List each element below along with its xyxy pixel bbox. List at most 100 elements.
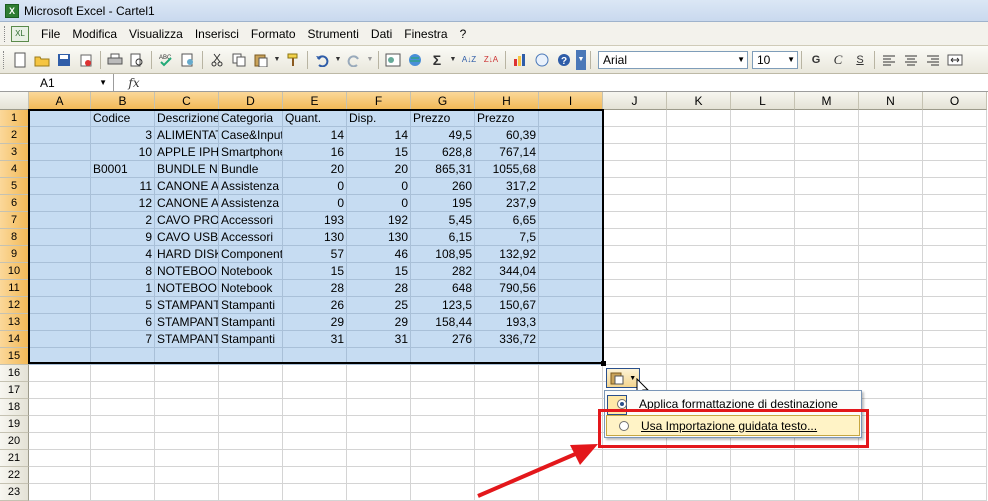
cell-j2[interactable]	[603, 127, 667, 144]
cell-m2[interactable]	[795, 127, 859, 144]
cell-c19[interactable]	[155, 416, 219, 433]
cell-c16[interactable]	[155, 365, 219, 382]
cell-m15[interactable]	[795, 348, 859, 365]
cell-o4[interactable]	[923, 161, 987, 178]
cell-o20[interactable]	[923, 433, 987, 450]
column-header-g[interactable]: G	[411, 92, 475, 110]
column-header-c[interactable]: C	[155, 92, 219, 110]
row-header-21[interactable]: 21	[0, 450, 29, 467]
cell-n15[interactable]	[859, 348, 923, 365]
cell-k1[interactable]	[667, 110, 731, 127]
cell-b18[interactable]	[91, 399, 155, 416]
cell-i22[interactable]	[539, 467, 603, 484]
cell-e18[interactable]	[283, 399, 347, 416]
cell-o7[interactable]	[923, 212, 987, 229]
cell-m4[interactable]	[795, 161, 859, 178]
row-header-1[interactable]: 1	[0, 110, 29, 127]
cell-h18[interactable]	[475, 399, 539, 416]
cell-n2[interactable]	[859, 127, 923, 144]
cell-l11[interactable]	[731, 280, 795, 297]
cell-m21[interactable]	[795, 450, 859, 467]
paste-icon[interactable]	[251, 50, 271, 70]
font-name-select[interactable]: Arial ▼	[598, 50, 748, 69]
row-header-2[interactable]: 2	[0, 127, 29, 144]
cell-n23[interactable]	[859, 484, 923, 501]
print-preview-icon[interactable]	[127, 50, 147, 70]
cell-l12[interactable]	[731, 297, 795, 314]
cell-n3[interactable]	[859, 144, 923, 161]
align-center-icon[interactable]	[901, 50, 921, 70]
row-header-17[interactable]: 17	[0, 382, 29, 399]
cell-g22[interactable]	[411, 467, 475, 484]
underline-button[interactable]: S	[850, 50, 870, 70]
cell-b21[interactable]	[91, 450, 155, 467]
cell-c18[interactable]	[155, 399, 219, 416]
row-header-11[interactable]: 11	[0, 280, 29, 297]
cell-o18[interactable]	[923, 399, 987, 416]
cell-m3[interactable]	[795, 144, 859, 161]
cell-c17[interactable]	[155, 382, 219, 399]
print-icon[interactable]	[105, 50, 125, 70]
row-header-23[interactable]: 23	[0, 484, 29, 501]
column-header-f[interactable]: F	[347, 92, 411, 110]
radio-icon[interactable]	[617, 399, 627, 409]
cell-l1[interactable]	[731, 110, 795, 127]
cell-e21[interactable]	[283, 450, 347, 467]
cell-o13[interactable]	[923, 314, 987, 331]
menu-visualizza[interactable]: Visualizza	[123, 27, 189, 41]
cell-i16[interactable]	[539, 365, 603, 382]
cell-n6[interactable]	[859, 195, 923, 212]
column-header-m[interactable]: M	[795, 92, 859, 110]
cell-a17[interactable]	[29, 382, 91, 399]
cell-i23[interactable]	[539, 484, 603, 501]
cell-l13[interactable]	[731, 314, 795, 331]
cell-j13[interactable]	[603, 314, 667, 331]
align-left-icon[interactable]	[879, 50, 899, 70]
toolbar-options-icon[interactable]: ▼	[576, 49, 586, 70]
row-header-4[interactable]: 4	[0, 161, 29, 178]
menu-help[interactable]: ?	[454, 27, 473, 41]
cell-b22[interactable]	[91, 467, 155, 484]
cell-g20[interactable]	[411, 433, 475, 450]
cell-o9[interactable]	[923, 246, 987, 263]
cell-k9[interactable]	[667, 246, 731, 263]
cell-j4[interactable]	[603, 161, 667, 178]
cell-m9[interactable]	[795, 246, 859, 263]
cell-m13[interactable]	[795, 314, 859, 331]
cell-m5[interactable]	[795, 178, 859, 195]
toolbar-grip[interactable]	[3, 50, 6, 69]
column-header-j[interactable]: J	[603, 92, 667, 110]
cell-n1[interactable]	[859, 110, 923, 127]
menu-formato[interactable]: Formato	[245, 27, 302, 41]
cell-l6[interactable]	[731, 195, 795, 212]
undo-icon[interactable]	[312, 50, 332, 70]
cell-l14[interactable]	[731, 331, 795, 348]
cell-m7[interactable]	[795, 212, 859, 229]
cell-k6[interactable]	[667, 195, 731, 212]
row-header-10[interactable]: 10	[0, 263, 29, 280]
cell-m12[interactable]	[795, 297, 859, 314]
spelling-icon[interactable]: ABC	[156, 50, 176, 70]
cell-n21[interactable]	[859, 450, 923, 467]
cell-f22[interactable]	[347, 467, 411, 484]
cell-f17[interactable]	[347, 382, 411, 399]
save-icon[interactable]	[54, 50, 74, 70]
cell-m1[interactable]	[795, 110, 859, 127]
cell-k21[interactable]	[667, 450, 731, 467]
cell-i20[interactable]	[539, 433, 603, 450]
row-header-18[interactable]: 18	[0, 399, 29, 416]
cell-d16[interactable]	[219, 365, 283, 382]
column-header-n[interactable]: N	[859, 92, 923, 110]
permission-icon[interactable]	[76, 50, 96, 70]
help-icon[interactable]: ?	[554, 50, 574, 70]
cell-j15[interactable]	[603, 348, 667, 365]
function-icon[interactable]: fx	[114, 76, 154, 90]
cell-c22[interactable]	[155, 467, 219, 484]
font-size-select[interactable]: 10 ▼	[752, 50, 798, 69]
cell-k10[interactable]	[667, 263, 731, 280]
cell-n9[interactable]	[859, 246, 923, 263]
cell-a16[interactable]	[29, 365, 91, 382]
hyperlink-icon[interactable]	[383, 50, 403, 70]
redo-icon[interactable]	[344, 50, 364, 70]
cell-a23[interactable]	[29, 484, 91, 501]
